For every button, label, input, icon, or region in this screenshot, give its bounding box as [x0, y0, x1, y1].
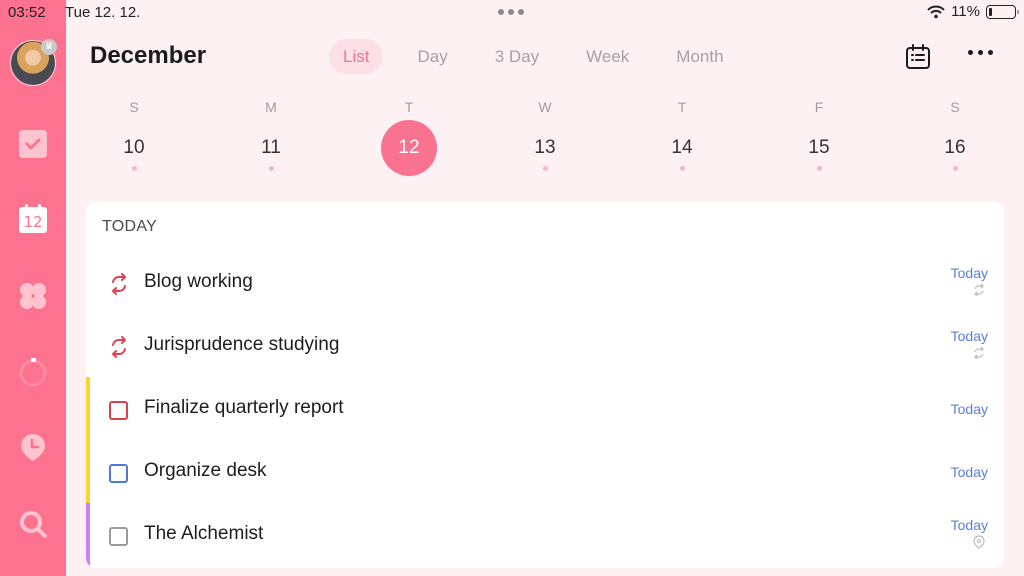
task-title: Blog working: [144, 271, 253, 292]
task-row[interactable]: Organize desk Today: [86, 440, 1004, 503]
battery-icon: [986, 4, 1019, 19]
calendar-list-icon[interactable]: [904, 43, 932, 71]
clover-icon[interactable]: [18, 281, 48, 311]
task-checkbox[interactable]: [109, 401, 128, 420]
event-dot: [542, 166, 548, 171]
repeat-habit-icon[interactable]: [108, 336, 130, 358]
tab-week[interactable]: Week: [576, 39, 639, 74]
timer-ring-icon[interactable]: [18, 357, 48, 387]
repeat-habit-icon[interactable]: [108, 273, 130, 295]
task-checkbox[interactable]: [109, 464, 128, 483]
month-title: December: [90, 42, 207, 69]
clock-pin-icon[interactable]: [18, 432, 48, 462]
repeat-icon: [974, 283, 984, 297]
status-right: 11%: [927, 3, 1019, 20]
event-dot: [268, 166, 274, 171]
list-color-bar: [86, 503, 90, 566]
task-title: Organize desk: [144, 460, 267, 481]
sidebar: ♛ 12: [0, 0, 66, 576]
day-of-week: W: [538, 99, 552, 115]
task-due-date: Today: [950, 517, 988, 533]
event-dot: [952, 166, 958, 171]
task-due-date: Today: [950, 265, 988, 281]
section-title: TODAY: [102, 218, 158, 235]
task-title: Jurisprudence studying: [144, 334, 340, 355]
view-tabs: List Day 3 Day Week Month: [329, 39, 761, 74]
status-time: 03:52: [8, 4, 46, 21]
week-strip: S 10 M 11 T 12 W 13 T 14 F 15 S 16: [66, 96, 1024, 196]
day-sun[interactable]: S 10: [104, 96, 164, 171]
task-due-date: Today: [950, 464, 988, 480]
crown-icon: ♛: [41, 39, 57, 55]
event-dot: [679, 166, 685, 171]
list-color-bar: [86, 440, 90, 503]
location-icon: [973, 535, 985, 549]
repeat-icon: [974, 346, 984, 360]
task-due-date: Today: [950, 328, 988, 344]
day-of-week: S: [950, 99, 960, 115]
task-row[interactable]: Blog working Today: [86, 251, 1004, 314]
day-of-week: M: [265, 99, 277, 115]
tab-month[interactable]: Month: [666, 39, 733, 74]
calendar-icon-date: 12: [23, 213, 42, 231]
checkbox-icon[interactable]: [18, 129, 48, 159]
list-color-bar: [86, 377, 90, 440]
task-row[interactable]: Finalize quarterly report Today: [86, 377, 1004, 440]
event-dot: [816, 166, 822, 171]
task-row[interactable]: Jurisprudence studying Today: [86, 314, 1004, 377]
more-options-icon[interactable]: [968, 50, 993, 55]
event-dot: [131, 166, 137, 171]
multitasking-dots-icon[interactable]: [498, 9, 524, 15]
task-title: Finalize quarterly report: [144, 397, 344, 418]
day-thu[interactable]: T 14: [652, 96, 712, 171]
day-fri[interactable]: F 15: [789, 96, 849, 171]
task-list-card: TODAY Blog working Today Jurisprudence s…: [86, 202, 1004, 568]
day-tue-selected[interactable]: T 12: [379, 96, 439, 184]
day-sat[interactable]: S 16: [925, 96, 985, 171]
status-date: Tue 12. 12.: [65, 4, 141, 21]
day-of-week: T: [404, 99, 414, 115]
day-of-week: F: [814, 99, 824, 115]
tab-day[interactable]: Day: [407, 39, 457, 74]
day-of-week: S: [129, 99, 139, 115]
search-icon[interactable]: [18, 509, 48, 539]
calendar-icon[interactable]: 12: [18, 204, 48, 234]
tab-3-day[interactable]: 3 Day: [485, 39, 549, 74]
task-title: The Alchemist: [144, 523, 264, 544]
day-of-week: T: [677, 99, 687, 115]
day-mon[interactable]: M 11: [241, 96, 301, 171]
battery-percent: 11%: [951, 3, 980, 20]
task-due-date: Today: [950, 401, 988, 417]
tab-list[interactable]: List: [329, 39, 384, 74]
day-number: 12: [381, 120, 437, 176]
task-checkbox[interactable]: [109, 527, 128, 546]
task-row[interactable]: The Alchemist Today: [86, 503, 1004, 566]
day-wed[interactable]: W 13: [515, 96, 575, 171]
wifi-icon: [927, 5, 945, 18]
